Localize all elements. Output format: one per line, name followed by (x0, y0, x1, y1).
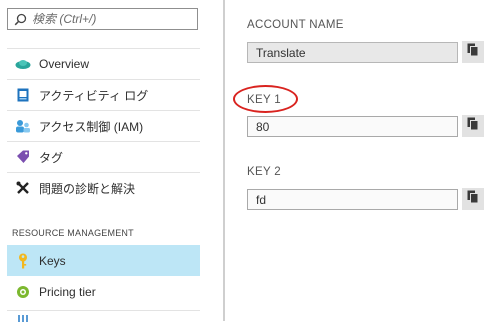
search-icon (10, 13, 30, 26)
sidebar-item-label: Pricing tier (39, 284, 96, 299)
copy-key1-button[interactable] (462, 115, 484, 137)
sidebar-item-label: Keys (39, 253, 66, 268)
sidebar-menu: Overview アクティビティ ログ アクセス制御 (IAM) タグ 問題の診… (7, 48, 200, 203)
sidebar-item-tags[interactable]: タグ (7, 141, 200, 172)
sidebar-item-keys[interactable]: Keys (7, 245, 200, 276)
sidebar-item-label: Overview (39, 57, 90, 71)
sidebar-item-label: 問題の診断と解決 (39, 181, 136, 196)
search-box[interactable] (7, 8, 198, 30)
copy-account-name-button[interactable] (462, 41, 484, 63)
search-input[interactable] (30, 11, 194, 27)
sidebar-item-diagnose[interactable]: 問題の診断と解決 (7, 172, 200, 203)
sidebar-item-label: タグ (39, 150, 64, 165)
overview-icon (7, 58, 39, 70)
copy-icon (467, 117, 479, 136)
iam-icon (7, 119, 39, 133)
tag-icon (7, 150, 39, 164)
sidebar-item-pricing-tier[interactable]: Pricing tier (7, 276, 200, 307)
sidebar-item-partial (7, 310, 200, 322)
resource-menu: Keys Pricing tier (7, 245, 200, 307)
key2-field[interactable]: fd (247, 189, 458, 210)
section-label: RESOURCE MANAGEMENT (12, 228, 134, 238)
sidebar-item-overview[interactable]: Overview (7, 48, 200, 79)
account-name-label: ACCOUNT NAME (247, 19, 344, 31)
sidebar-item-iam[interactable]: アクセス制御 (IAM) (7, 110, 200, 141)
key1-label: KEY 1 (247, 94, 281, 106)
copy-key2-button[interactable] (462, 188, 484, 210)
pricing-tier-icon (7, 285, 39, 299)
sidebar-item-label: アクティビティ ログ (39, 88, 149, 103)
key1-field[interactable]: 80 (247, 116, 458, 137)
panel-divider (223, 0, 225, 321)
copy-icon (467, 43, 479, 62)
sidebar-item-label: アクセス制御 (IAM) (39, 119, 144, 134)
key-icon (7, 253, 39, 269)
tools-icon (7, 181, 39, 195)
sidebar-item-activity-log[interactable]: アクティビティ ログ (7, 79, 200, 110)
key2-label: KEY 2 (247, 166, 281, 178)
copy-icon (467, 190, 479, 209)
sidebar: Overview アクティビティ ログ アクセス制御 (0, 0, 223, 322)
activity-log-icon (7, 88, 39, 102)
account-name-field[interactable]: Translate (247, 42, 458, 63)
